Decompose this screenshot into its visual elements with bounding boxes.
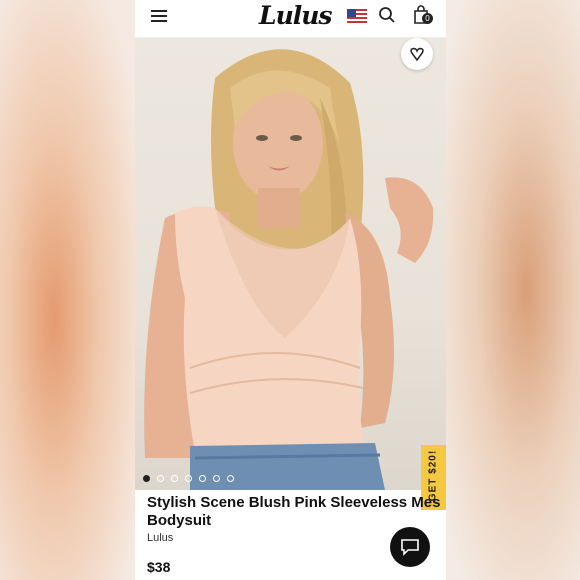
carousel-dot[interactable] (143, 475, 150, 482)
product-title-line1: Stylish Scene Blush Pink Sleeveless Mes (147, 494, 441, 511)
product-price: $38 (147, 559, 171, 575)
hamburger-icon[interactable] (151, 8, 169, 24)
search-icon[interactable] (378, 6, 396, 24)
carousel-dot[interactable] (185, 475, 192, 482)
product-title-line2: Bodysuit (147, 512, 212, 529)
carousel-dot[interactable] (213, 475, 220, 482)
favorite-button[interactable] (401, 38, 433, 70)
carousel-dot[interactable] (157, 475, 164, 482)
site-logo[interactable]: Lulus (259, 1, 333, 30)
carousel-dot[interactable] (227, 475, 234, 482)
chat-button[interactable] (390, 527, 430, 567)
product-brand[interactable]: Lulus (147, 532, 173, 544)
background-blur-right (446, 0, 580, 580)
product-photo (144, 49, 434, 490)
carousel-dot[interactable] (199, 475, 206, 482)
heart-icon (410, 47, 424, 62)
top-nav-bar: Lulus 0 (135, 0, 446, 38)
phone-screen: Lulus 0 GET $20! Stylish Scene Blush Pin… (135, 0, 446, 580)
carousel-dot[interactable] (171, 475, 178, 482)
cart-count-badge: 0 (422, 13, 433, 24)
chat-icon (401, 539, 419, 556)
background-blur-left (0, 0, 135, 580)
product-image-carousel[interactable] (135, 38, 446, 490)
us-flag-icon[interactable] (347, 9, 367, 23)
